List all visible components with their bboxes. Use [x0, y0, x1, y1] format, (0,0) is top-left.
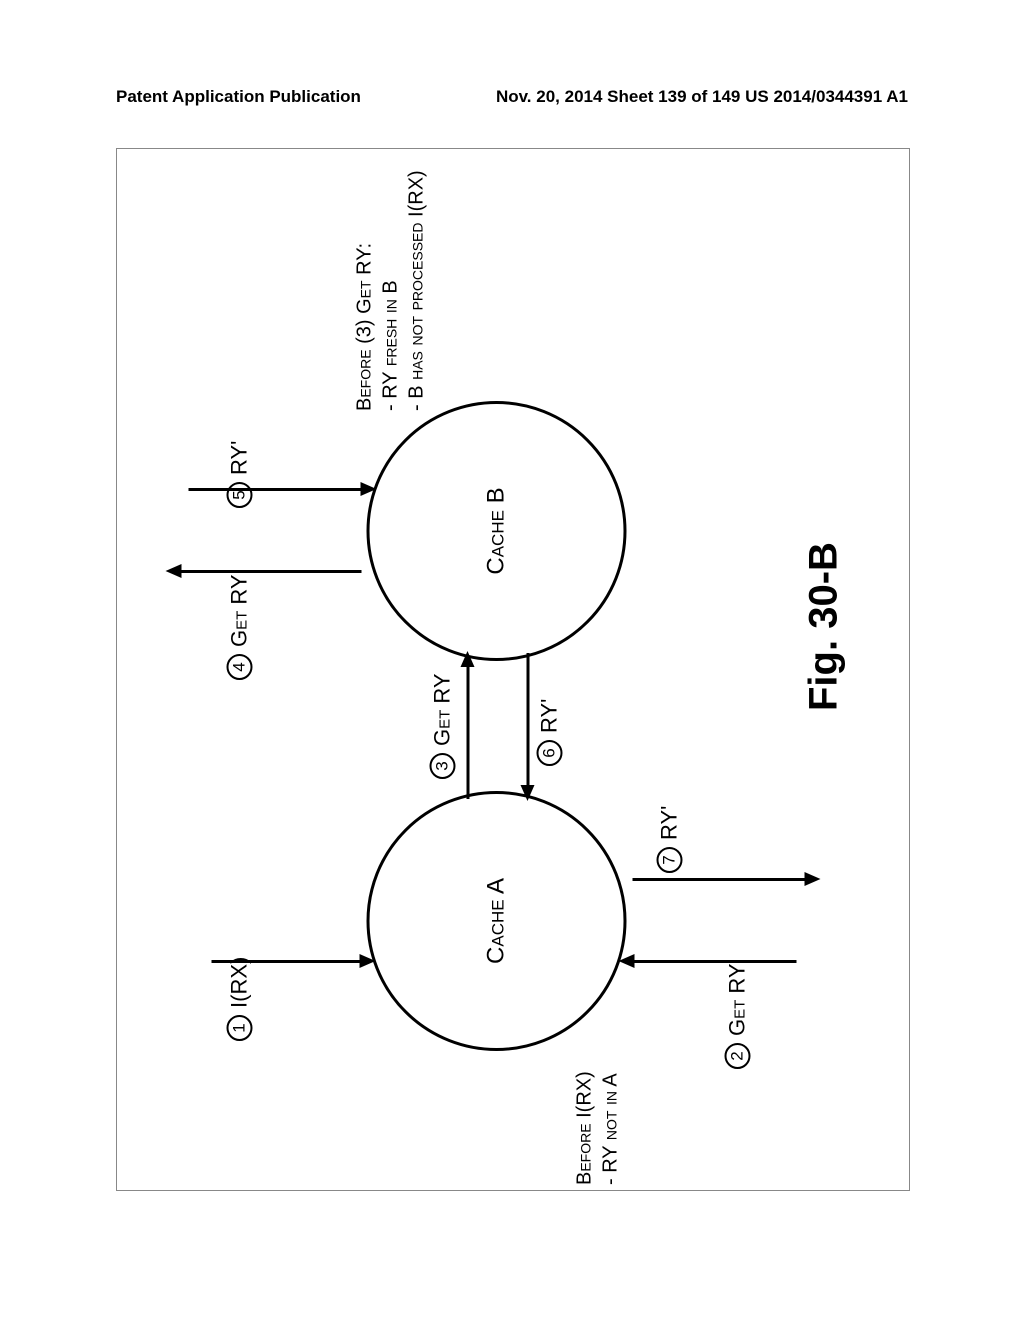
step-6: 6 RY' — [536, 699, 562, 766]
cache-a-node: Cache A — [366, 791, 626, 1051]
step-5: 5 RY' — [226, 441, 252, 508]
step-1: 1 I(RX) — [226, 957, 252, 1041]
step-3-num: 3 — [429, 753, 455, 779]
page-header: Patent Application Publication Nov. 20, … — [0, 87, 1024, 107]
step-7-text: RY' — [656, 806, 682, 840]
step-4: 4 Get RY — [226, 574, 252, 680]
cache-b-node: Cache B — [366, 401, 626, 661]
diagram-rotated: Cache A Cache B 1 I(RX) 2 Get RY — [0, 274, 1024, 1066]
step-6-num: 6 — [536, 740, 562, 766]
header-left-text: Patent Application Publication — [116, 87, 361, 107]
arrow-5-head — [360, 483, 376, 497]
step-7: 7 RY' — [656, 806, 682, 873]
step-5-text: RY' — [226, 441, 252, 475]
figure-content-area: Cache A Cache B 1 I(RX) 2 Get RY — [116, 148, 910, 1191]
step-4-num: 4 — [226, 654, 252, 680]
step-1-num: 1 — [226, 1015, 252, 1041]
cache-a-label: Cache A — [482, 878, 510, 964]
step-3: 3 Get RY — [429, 673, 455, 779]
arrow-3-line — [466, 667, 469, 799]
note-cache-a: Before I(RX) - RY not in A — [571, 1071, 623, 1185]
step-2-text: Get RY — [724, 963, 750, 1036]
arrow-4-line — [181, 570, 361, 573]
step-6-text: RY' — [536, 699, 562, 733]
arrow-2-head — [618, 955, 634, 969]
step-7-num: 7 — [656, 847, 682, 873]
step-5-num: 5 — [226, 482, 252, 508]
cache-b-label: Cache B — [482, 487, 510, 574]
arrow-7-line — [632, 878, 804, 881]
step-3-text: Get RY — [429, 673, 455, 746]
arrow-7-head — [804, 873, 820, 887]
arrow-5-line — [188, 488, 360, 491]
arrow-6-head — [521, 785, 535, 801]
arrow-3-head — [461, 651, 475, 667]
arrow-6-line — [526, 653, 529, 785]
step-2-num: 2 — [724, 1043, 750, 1069]
step-1-text: I(RX) — [226, 957, 252, 1008]
arrow-1-head — [359, 955, 375, 969]
arrow-2-line — [634, 960, 796, 963]
note-cache-b: Before (3) Get RY: - RY fresh in B - B h… — [351, 170, 429, 411]
arrow-4-head — [165, 565, 181, 579]
diagram-canvas: Cache A Cache B 1 I(RX) 2 Get RY — [116, 148, 910, 1191]
header-right-text: Nov. 20, 2014 Sheet 139 of 149 US 2014/0… — [496, 87, 908, 107]
figure-label: Fig. 30-B — [801, 542, 846, 711]
step-2: 2 Get RY — [724, 963, 750, 1069]
step-4-text: Get RY — [226, 574, 252, 647]
